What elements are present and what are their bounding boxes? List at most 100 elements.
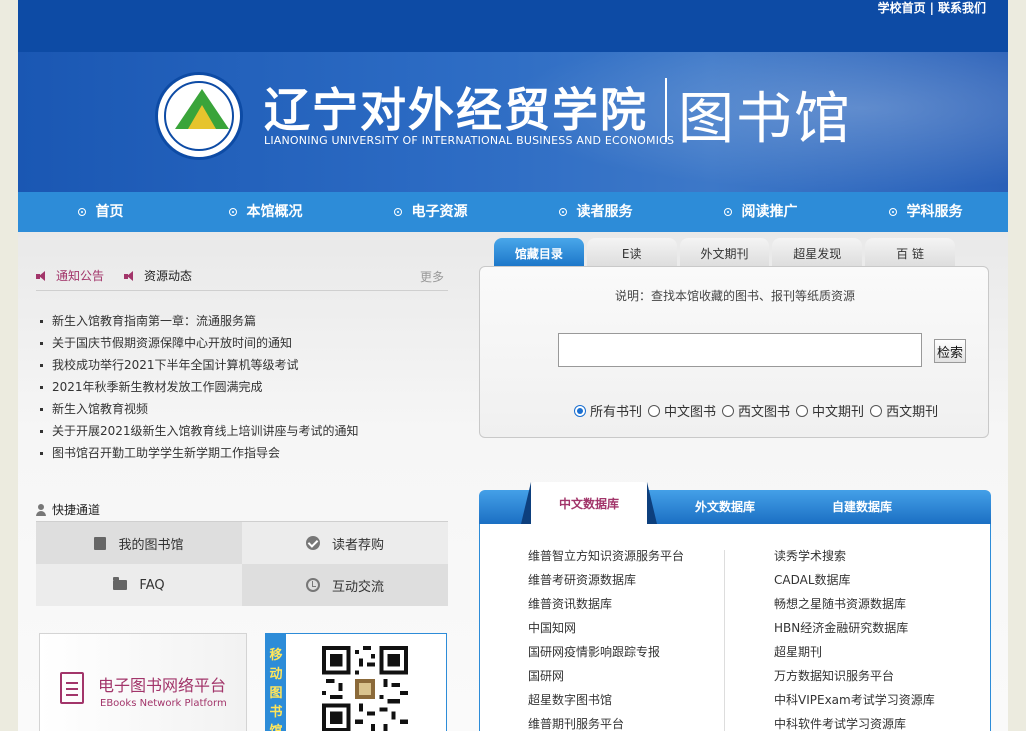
main-content: 通知公告 资源动态 更多 新生入馆教育指南第一章：流通服务篇 关于国庆节假期资源… [18,232,1008,731]
notice-item[interactable]: 我校成功举行2021下半年全国计算机等级考试 [38,354,458,376]
tab-e-read[interactable]: E读 [586,238,677,268]
tab-bailian[interactable]: 百 链 [865,238,955,268]
database-tabs: 中文数据库 外文数据库 自建数据库 [479,482,991,524]
radio-chinese-books[interactable]: 中文图书 [648,401,716,420]
radio-chinese-journals[interactable]: 中文期刊 [796,401,864,420]
nav-label: 首页 [95,204,124,220]
radio-label: 西文期刊 [886,405,939,420]
tab-chaoxing-discovery[interactable]: 超星发现 [772,238,863,268]
database-list-left: 维普智立方知识资源服务平台 维普考研资源数据库 维普资讯数据库 中国知网 国研网… [528,544,684,731]
nav-bullet-icon [228,208,237,216]
recommend-purchase-button[interactable]: 读者荐购 [242,522,448,564]
main-nav: 首页 本馆概况 电子资源 读者服务 阅读推广 学科服务 [18,192,1008,232]
tab-foreign-journals[interactable]: 外文期刊 [679,238,770,268]
logo-mountain-inner [188,105,216,129]
ebook-title: 电子图书网络平台 [98,676,227,695]
school-home-link[interactable]: 学校首页 [878,1,926,15]
book-icon [94,536,107,550]
tab-self-built-databases[interactable]: 自建数据库 [832,490,892,524]
database-link[interactable]: 中科软件考试学习资源库 [774,712,935,731]
top-bar: 学校首页 | 联系我们 [18,0,1008,52]
notice-item[interactable]: 图书馆召开勤工助学学生新学期工作指导会 [38,442,458,464]
more-link[interactable]: 更多 [420,268,444,285]
banner: 辽宁对外经贸学院 LIANONING UNIVERSITY OF INTERNA… [18,52,1008,192]
quick-label: 互动交流 [331,579,384,595]
tab-resource-news[interactable]: 资源动态 [124,267,192,284]
nav-item-home[interactable]: 首页 [18,192,183,232]
speaker-icon [36,270,46,281]
radio-western-journals[interactable]: 西文期刊 [870,401,938,420]
database-link[interactable]: 万方数据知识服务平台 [774,664,935,688]
database-list-right: 读秀学术搜索 CADAL数据库 畅想之星随书资源数据库 HBN经济金融研究数据库… [774,544,935,731]
database-link[interactable]: 读秀学术搜索 [774,544,935,568]
radio-all[interactable]: 所有书刊 [574,401,642,420]
mobile-library-label: 移动图书馆 [266,634,286,731]
interaction-button[interactable]: 互动交流 [242,564,448,606]
database-link[interactable]: 国研网疫情影响跟踪专报 [528,640,684,664]
nav-label: 阅读推广 [741,204,798,220]
nav-item-subject-services[interactable]: 学科服务 [843,192,1008,232]
quick-access-title: 快捷通道 [52,503,101,517]
nav-item-e-resources[interactable]: 电子资源 [348,192,513,232]
quick-access-grid: 我的图书馆 读者荐购 FAQ 互动交流 [36,522,448,606]
nav-bullet-icon [723,208,732,216]
notice-item[interactable]: 新生入馆教育指南第一章：流通服务篇 [38,310,458,332]
nav-item-about[interactable]: 本馆概况 [183,192,348,232]
database-link[interactable]: 超星数字图书馆 [528,688,684,712]
school-logo [155,72,243,160]
tab-notices-label: 通知公告 [56,269,105,283]
database-link[interactable]: HBN经济金融研究数据库 [774,616,935,640]
radio-western-books[interactable]: 西文图书 [722,401,790,420]
top-links: 学校首页 | 联系我们 [878,0,986,16]
qr-code-icon [322,646,408,731]
notice-list: 新生入馆教育指南第一章：流通服务篇 关于国庆节假期资源保障中心开放时间的通知 我… [38,310,458,464]
radio-label: 中文期刊 [812,405,865,420]
faq-button[interactable]: FAQ [36,564,242,606]
tab-catalog[interactable]: 馆藏目录 [494,238,584,268]
database-link[interactable]: 维普考研资源数据库 [528,568,684,592]
speaker-icon [124,270,134,281]
nav-bullet-icon [558,208,567,216]
folder-icon [113,577,128,590]
search-button[interactable]: 检索 [934,339,966,363]
notice-item[interactable]: 关于国庆节假期资源保障中心开放时间的通知 [38,332,458,354]
radio-label: 所有书刊 [590,405,643,420]
search-input[interactable] [558,333,922,367]
nav-label: 读者服务 [576,204,633,220]
catalog-search-panel: 说明：查找本馆收藏的图书、报刊等纸质资源 检索 所有书刊 中文图书 西文图书 中… [479,266,989,438]
my-library-button[interactable]: 我的图书馆 [36,522,242,564]
database-link[interactable]: 中国知网 [528,616,684,640]
notice-item[interactable]: 2021年秋季新生教材发放工作圆满完成 [38,376,458,398]
contact-link[interactable]: 联系我们 [938,1,986,15]
tab-chinese-databases[interactable]: 中文数据库 [521,482,657,524]
database-link[interactable]: 维普资讯数据库 [528,592,684,616]
notice-item[interactable]: 新生入馆教育视频 [38,398,458,420]
database-link[interactable]: 超星期刊 [774,640,935,664]
notice-item[interactable]: 关于开展2021级新生入馆教育线上培训讲座与考试的通知 [38,420,458,442]
radio-label: 西文图书 [738,405,791,420]
quick-label: 我的图书馆 [118,537,184,553]
nav-label: 学科服务 [906,204,963,220]
nav-item-reader-services[interactable]: 读者服务 [513,192,678,232]
tab-resource-news-label: 资源动态 [144,269,193,283]
radio-icon [796,404,809,417]
nav-item-reading-promotion[interactable]: 阅读推广 [678,192,843,232]
radio-checked-icon [574,404,586,417]
database-link[interactable]: 中科VIPExam考试学习资源库 [774,688,935,712]
database-link[interactable]: 畅想之星随书资源数据库 [774,592,935,616]
radio-icon [648,404,661,417]
clock-icon [305,578,320,592]
top-links-separator: | [929,1,934,15]
tab-notices[interactable]: 通知公告 [36,267,104,284]
quick-label: FAQ [139,577,165,593]
database-link[interactable]: 国研网 [528,664,684,688]
database-link[interactable]: CADAL数据库 [774,568,935,592]
database-list-panel: 维普智立方知识资源服务平台 维普考研资源数据库 维普资讯数据库 中国知网 国研网… [479,524,991,731]
database-link[interactable]: 维普期刊服务平台 [528,712,684,731]
database-link[interactable]: 维普智立方知识资源服务平台 [528,544,684,568]
document-icon [60,672,84,704]
library-title: 图书馆 [678,87,852,152]
ebook-platform-banner[interactable]: 电子图书网络平台 EBooks Network Platform [39,633,247,731]
tab-foreign-databases[interactable]: 外文数据库 [695,490,755,524]
mobile-library-banner[interactable]: 移动图书馆 [265,633,447,731]
